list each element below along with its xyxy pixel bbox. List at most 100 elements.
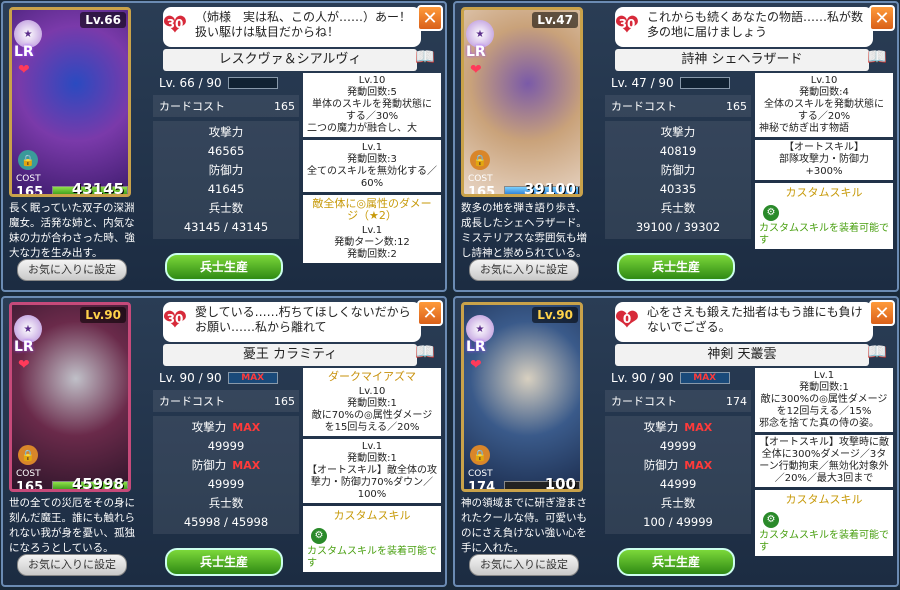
produce-troops-button[interactable]: 兵士生産 <box>165 253 283 281</box>
quote-bubble: これからも続くあなたの物語……私が数多の地に届けましょう <box>615 7 873 47</box>
card-cost-value: 165 <box>726 99 747 113</box>
favorite-button[interactable]: お気に入りに設定 <box>17 554 127 576</box>
custom-skill-box[interactable]: ⚙ カスタムスキルを装着可能です <box>755 201 893 249</box>
card-cost-label: カードコスト <box>611 395 677 408</box>
card-detail-panel: Lv.90 ★ LR ❤ 🔒 COST 174 100 神の領域までに研ぎ澄まさ… <box>453 296 899 587</box>
skill-line: 二つの魔力が融合し、大 <box>307 123 417 134</box>
quote-bubble: （姉様 実は私、この人が……）あー！ 扱い駆けは駄目だからね！ <box>163 7 421 47</box>
character-card[interactable]: Lv.66 ★ LR ❤ 🔒 COST 165 43145 <box>9 7 131 197</box>
skill-line: 発動ターン数:12 <box>334 237 410 248</box>
attack-value: 46565 <box>207 144 245 158</box>
favorite-button[interactable]: お気に入りに設定 <box>469 259 579 281</box>
defense-label: 防御力 <box>191 458 227 472</box>
character-description: 長く眠っていた双子の深淵魔女。活発な姉と、内気な妹の力が合わさった時、強大な力を… <box>9 202 135 259</box>
close-icon[interactable]: ✕ <box>417 300 443 326</box>
skill-line: 部隊攻撃力・防御力 +300% <box>779 154 869 177</box>
favorite-button[interactable]: お気に入りに設定 <box>469 554 579 576</box>
produce-troops-button[interactable]: 兵士生産 <box>617 548 735 576</box>
level-row: Lv. 66 / 90 <box>153 73 299 93</box>
character-name: 憂王 カラミティ <box>163 344 417 366</box>
cost-label: COST <box>468 174 493 184</box>
rarity-badge: LR <box>466 339 486 355</box>
skill-line: 敵に300%の◎属性ダメージを12回与える／15% <box>760 394 888 417</box>
skill-box: ダークマイアズマ Lv.10 発動回数:1 敵に70%の◎属性ダメージを15回与える／… <box>303 368 441 436</box>
skill-box: Lv.10 発動回数:4 全体のスキルを発動状態にする／20% 神秘で紡ぎ出す物語 <box>755 73 893 137</box>
quote-text: （姉様 実は私、この人が……）あー！ 扱い駆けは駄目だからね！ <box>195 10 412 39</box>
skill-line: 発動回数:5 <box>347 87 397 98</box>
stat-box: 攻撃力 40819 防御力 40335 兵士数 39100 / 39302 <box>605 121 751 239</box>
skill-line: 敵に70%の◎属性ダメージを15回与える／20% <box>311 410 433 433</box>
close-icon[interactable]: ✕ <box>869 300 895 326</box>
book-icon[interactable]: 📖 <box>415 47 437 67</box>
gear-icon: ⚙ <box>763 512 779 528</box>
lock-icon[interactable]: 🔒 <box>18 445 38 465</box>
character-name: 詩神 シェヘラザード <box>615 49 869 71</box>
attack-max-label: MAX <box>684 421 713 434</box>
quote-bubble: 心をさえも鍛えた拙者はもう誰にも負けないでござる。 <box>615 302 873 342</box>
stat-box: 攻撃力 46565 防御力 41645 兵士数 43145 / 43145 <box>153 121 299 239</box>
cost-value: 174 <box>468 480 496 492</box>
heart-icon: ❤ <box>470 62 482 78</box>
book-icon[interactable]: 📖 <box>867 342 889 362</box>
skill-line: 邪念を捨てた真の侍の姿。 <box>759 418 879 429</box>
skill-line: Lv.1 <box>361 142 383 153</box>
troops-value: 45998 / 45998 <box>183 515 269 529</box>
lock-icon[interactable]: 🔒 <box>18 150 38 170</box>
affinity-value: 30 <box>166 312 184 326</box>
defense-value: 40335 <box>659 182 697 196</box>
skill-line: Lv.1 <box>813 370 835 381</box>
produce-troops-button[interactable]: 兵士生産 <box>617 253 735 281</box>
card-cost-row: カードコスト 165 <box>153 95 299 117</box>
stat-box: 攻撃力 MAX 49999 防御力 MAX 44999 兵士数 100 / 4999… <box>605 416 751 534</box>
card-cost-label: カードコスト <box>159 100 225 113</box>
cost-value: 165 <box>16 480 44 492</box>
skill-box: 【オートスキル】 部隊攻撃力・防御力 +300% <box>755 140 893 180</box>
card-detail-panel: Lv.47 ★ LR ❤ 🔒 COST 165 39100 数多の地を弾き語り歩… <box>453 1 899 292</box>
defense-label-row: 防御力 <box>605 161 751 180</box>
quote-text: 心をさえも鍛えた拙者はもう誰にも負けないでござる。 <box>647 305 863 334</box>
quote-text: これからも続くあなたの物語……私が数多の地に届けましょう <box>647 10 864 39</box>
defense-label: 防御力 <box>208 163 244 177</box>
heart-icon: ❤ <box>470 357 482 373</box>
skill-title: 敵全体に◎属性のダメージ（★2） <box>307 197 437 223</box>
skill-line: 全体のスキルを発動状態にする／20% <box>764 99 884 122</box>
stat-box: 攻撃力 MAX 49999 防御力 MAX 49999 兵士数 45998 / 45… <box>153 416 299 534</box>
character-card[interactable]: Lv.90 ★ LR ❤ 🔒 COST 165 45998 <box>9 302 131 492</box>
close-icon[interactable]: ✕ <box>869 5 895 31</box>
book-icon[interactable]: 📖 <box>867 47 889 67</box>
skill-box: 敵全体に◎属性のダメージ（★2） Lv.1 発動ターン数:12 発動回数:2 <box>303 195 441 263</box>
attack-label: 攻撃力 <box>191 420 227 434</box>
defense-value: 41645 <box>207 182 245 196</box>
custom-skill-title: カスタムスキル <box>755 490 893 508</box>
skill-line: 発動回数:1 <box>799 382 849 393</box>
affinity-value: 30 <box>166 17 184 31</box>
skill-box: Lv.1 発動回数:1 敵に300%の◎属性ダメージを12回与える／15% 邪念を捨て… <box>755 368 893 432</box>
level-row: Lv. 90 / 90 MAX <box>605 368 751 388</box>
custom-skill-box[interactable]: ⚙ カスタムスキルを装着可能です <box>303 524 441 572</box>
close-icon[interactable]: ✕ <box>417 5 443 31</box>
favorite-button[interactable]: お気に入りに設定 <box>17 259 127 281</box>
skill-line: 発動回数:3 <box>347 154 397 165</box>
troop-value: 100 <box>544 475 576 492</box>
book-icon[interactable]: 📖 <box>415 342 437 362</box>
lock-icon[interactable]: 🔒 <box>470 445 490 465</box>
rarity-badge: LR <box>14 44 34 60</box>
lock-icon[interactable]: 🔒 <box>470 150 490 170</box>
troop-value: 39100 <box>523 180 576 197</box>
character-card[interactable]: Lv.47 ★ LR ❤ 🔒 COST 165 39100 <box>461 7 583 197</box>
defense-max-label: MAX <box>684 459 713 472</box>
heart-icon: ❤ <box>18 357 30 373</box>
character-card[interactable]: Lv.90 ★ LR ❤ 🔒 COST 174 100 <box>461 302 583 492</box>
produce-troops-button[interactable]: 兵士生産 <box>165 548 283 576</box>
skill-box: Lv.1 発動回数:3 全てのスキルを無効化する／60% <box>303 140 441 192</box>
card-level: Lv.90 <box>80 307 126 323</box>
attack-value: 49999 <box>207 439 245 453</box>
attack-label-row: 攻撃力 <box>605 123 751 142</box>
custom-skill-box[interactable]: ⚙ カスタムスキルを装着可能です <box>755 508 893 556</box>
attack-label: 攻撃力 <box>660 125 696 139</box>
level-text: Lv. 90 / 90 <box>611 371 674 385</box>
attack-label: 攻撃力 <box>208 125 244 139</box>
troops-label: 兵士数 <box>208 496 244 510</box>
card-cost-row: カードコスト 174 <box>605 390 751 412</box>
custom-skill-text: カスタムスキルを装着可能です <box>759 530 889 553</box>
